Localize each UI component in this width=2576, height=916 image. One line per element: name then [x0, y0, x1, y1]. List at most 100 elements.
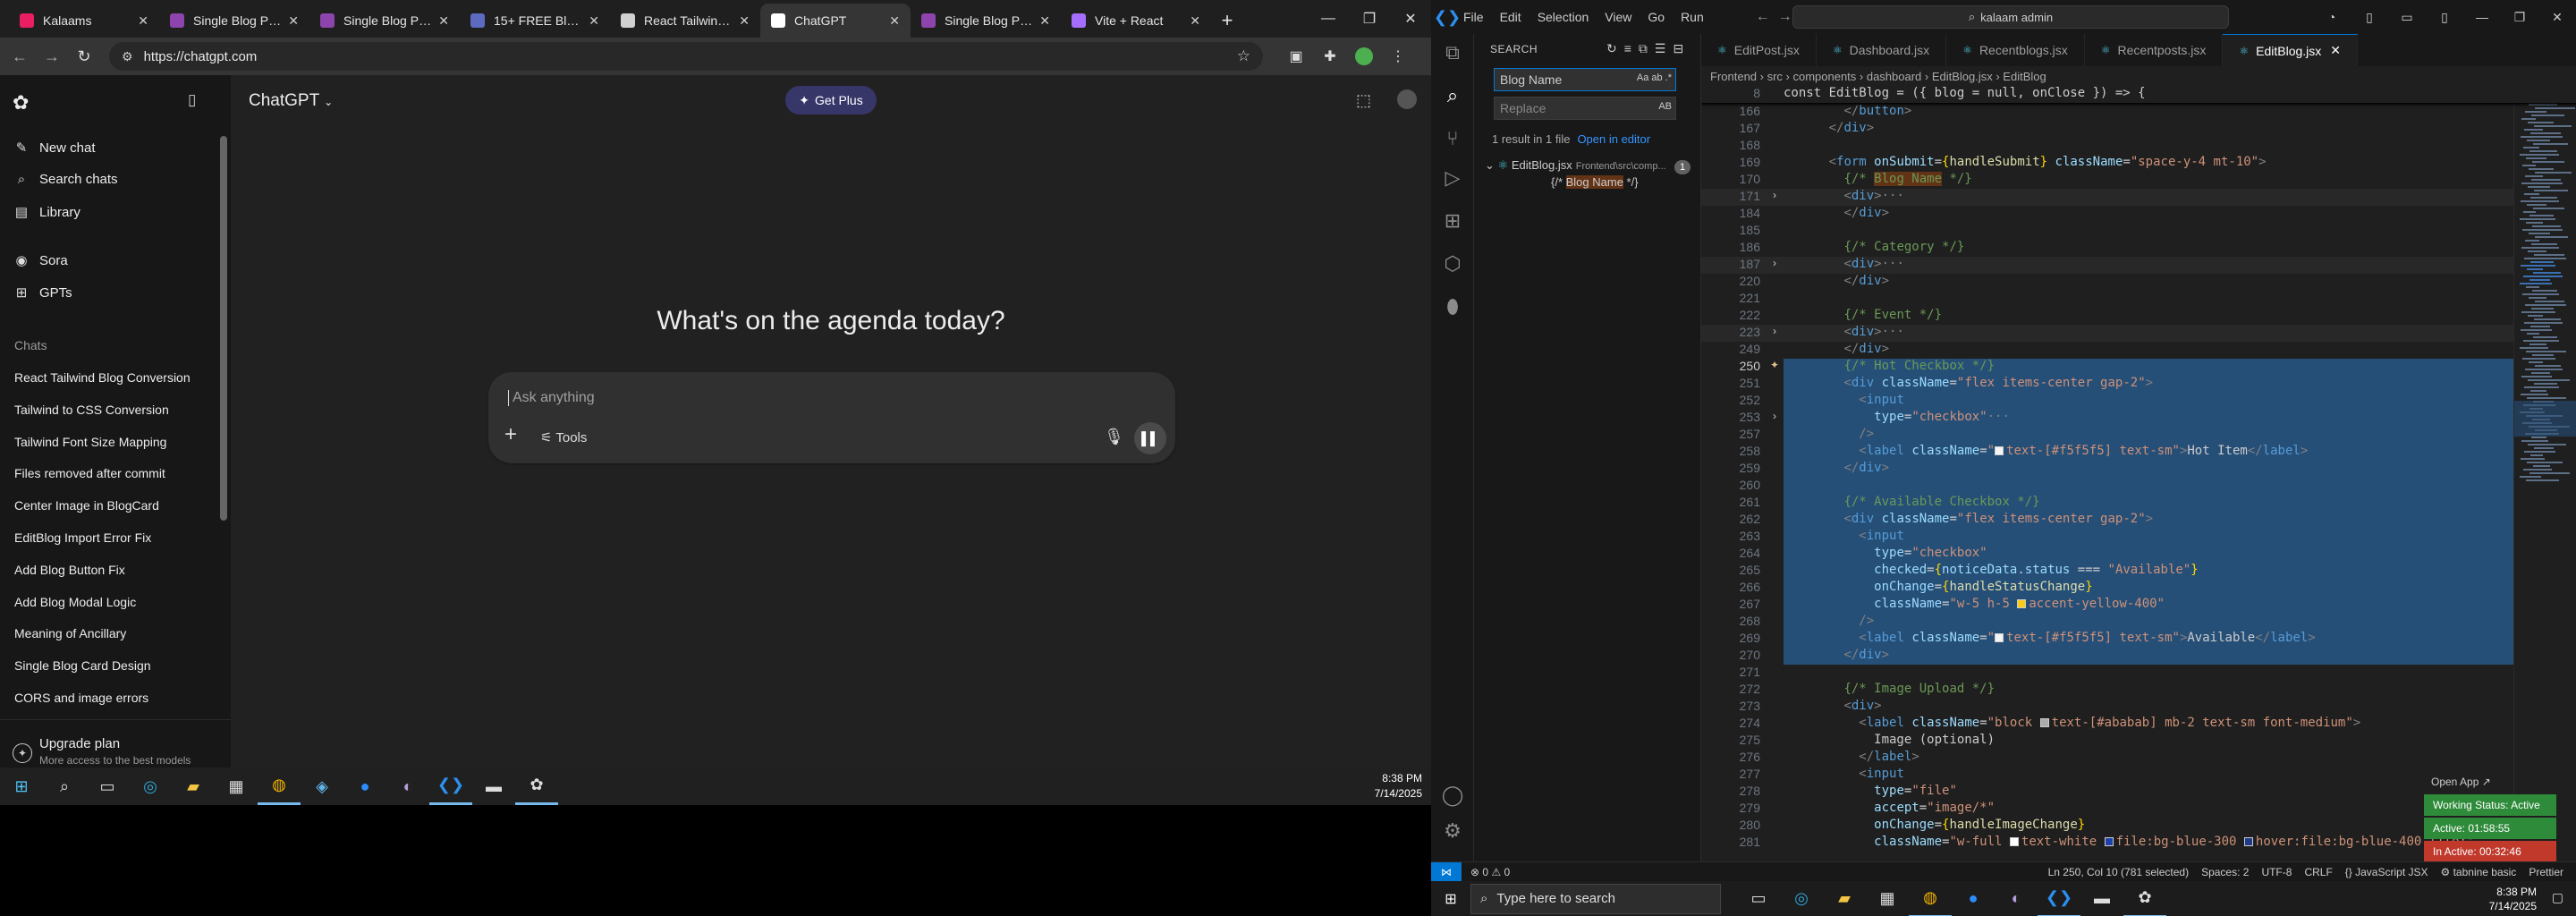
fold-chevron-icon[interactable]	[1766, 376, 1784, 393]
code-line[interactable]: 252 <input	[1701, 393, 2576, 410]
maximize-icon[interactable]: ❐	[2501, 0, 2538, 34]
fold-chevron-icon[interactable]	[1766, 546, 1784, 563]
terminal-icon[interactable]: ▬	[2080, 880, 2123, 916]
url-bar[interactable]: ⚙ https://chatgpt.com ☆	[109, 42, 1263, 71]
github-icon[interactable]: ◐	[386, 768, 429, 805]
fold-chevron-icon[interactable]	[1766, 648, 1784, 665]
layout-sidebar-icon[interactable]: ▯	[2351, 0, 2388, 34]
code-line[interactable]: 269 <label className=" text-[#f5f5f5] tex…	[1701, 631, 2576, 648]
edge-icon[interactable]: ◎	[1780, 880, 1823, 916]
close-tab-icon[interactable]: ✕	[889, 13, 900, 29]
fold-chevron-icon[interactable]	[1766, 699, 1784, 716]
fold-chevron-icon[interactable]	[1766, 818, 1784, 835]
chat-history-item[interactable]: Add Blog Modal Logic	[14, 595, 136, 609]
new-tab-button[interactable]: +	[1211, 4, 1243, 38]
chat-history-item[interactable]: Tailwind to CSS Conversion	[14, 403, 169, 417]
status-item[interactable]: UTF-8	[2261, 866, 2292, 878]
chrome-icon[interactable]: ◍	[258, 768, 301, 805]
fold-chevron-icon[interactable]	[1766, 784, 1784, 801]
code-line[interactable]: 251 <div className="flex items-center ga…	[1701, 376, 2576, 393]
extensions-icon[interactable]: ⊞	[1440, 209, 1465, 234]
source-control-icon[interactable]: ⑂	[1440, 127, 1465, 152]
editor-tab[interactable]: ⚛ Dashboard.jsx	[1817, 34, 1947, 66]
browser-tab[interactable]: Single Blog Posts ✕	[309, 4, 460, 38]
github-icon[interactable]: ⬡	[1440, 252, 1465, 277]
sidebar-toggle-icon[interactable]: ▯	[188, 91, 209, 113]
code-line[interactable]: 168	[1701, 138, 2576, 155]
minimize-icon[interactable]: —	[1308, 0, 1349, 38]
menu-item[interactable]: Run	[1681, 10, 1704, 24]
time-tracker-badge[interactable]: In Active: 00:32:46	[2424, 841, 2556, 862]
command-center[interactable]: ⌕ kalaam admin	[1792, 5, 2229, 29]
fold-chevron-icon[interactable]	[1766, 223, 1784, 240]
status-item[interactable]: Ln 250, Col 10 (781 selected)	[2048, 866, 2189, 878]
forward-arrow-icon[interactable]: →	[36, 40, 68, 72]
search-icon[interactable]: ⌕	[43, 768, 86, 805]
code-line[interactable]: 170 {/* Blog Name */}	[1701, 172, 2576, 189]
fold-chevron-icon[interactable]	[1766, 291, 1784, 308]
fold-chevron-icon[interactable]	[1766, 240, 1784, 257]
puzzle-icon[interactable]: ✚	[1313, 40, 1347, 72]
library-button[interactable]: ▤ Library	[13, 204, 80, 221]
fold-chevron-icon[interactable]	[1766, 461, 1784, 478]
fold-chevron-icon[interactable]	[1766, 750, 1784, 767]
browser-tab[interactable]: Single Blog Posts ✕	[911, 4, 1061, 38]
editor-tab[interactable]: ⚛ EditPost.jsx	[1701, 34, 1817, 66]
code-line[interactable]: 186 {/* Category */}	[1701, 240, 2576, 257]
attach-plus-icon[interactable]: +	[504, 422, 517, 447]
search-input[interactable]: Blog Name Aa ab .*	[1494, 68, 1676, 91]
status-item[interactable]: Prettier	[2529, 866, 2563, 878]
gpts-button[interactable]: ⊞ GPTs	[13, 284, 72, 301]
editor-tab[interactable]: ⚛ Recentposts.jsx	[2085, 34, 2224, 66]
close-tab-icon[interactable]: ✕	[1039, 13, 1050, 29]
time-tracker-badge[interactable]: Active: 01:58:55	[2424, 818, 2556, 839]
fold-chevron-icon[interactable]	[1766, 733, 1784, 750]
account-icon[interactable]: ◯	[1440, 784, 1465, 809]
layout-panel-icon[interactable]: ▭	[2388, 0, 2426, 34]
code-line[interactable]: 266 onChange={handleStatusChange}	[1701, 580, 2576, 597]
fold-chevron-icon[interactable]	[1766, 767, 1784, 784]
code-editor[interactable]: 8 const EditBlog = ({ blog = null, onClos…	[1701, 86, 2576, 861]
menu-item[interactable]: File	[1463, 10, 1484, 24]
status-item[interactable]: {} JavaScript JSX	[2345, 866, 2428, 878]
chrome-icon[interactable]: ◍	[1909, 880, 1952, 916]
close-tab-icon[interactable]: ✕	[739, 13, 750, 29]
new-chat-button[interactable]: ✎ New chat	[13, 140, 96, 157]
notification-icon[interactable]: ▢	[2552, 890, 2563, 905]
code-line[interactable]: 276 </label>	[1701, 750, 2576, 767]
close-tab-icon[interactable]: ✕	[438, 13, 449, 29]
chat-history-item[interactable]: React Tailwind Blog Conversion	[14, 370, 191, 385]
search-actions-icon[interactable]: ↻≡⧉☰⊟	[1606, 41, 1690, 56]
fold-chevron-icon[interactable]	[1766, 444, 1784, 461]
file-explorer-icon[interactable]: ▰	[172, 768, 215, 805]
remote-icon[interactable]: ⋈	[1431, 861, 1462, 882]
store-icon[interactable]: ▦	[1866, 880, 1909, 916]
chat-history-item[interactable]: Files removed after commit	[14, 466, 165, 480]
fold-chevron-icon[interactable]	[1766, 172, 1784, 189]
run-debug-icon[interactable]: ▷	[1440, 166, 1465, 191]
breadcrumb[interactable]: Frontend › src › components › dashboard …	[1710, 66, 2046, 86]
prompt-input[interactable]: Ask anything	[508, 390, 595, 406]
vscode-icon[interactable]: ❮❯	[429, 768, 472, 805]
windows-start-icon[interactable]: ⊞	[1431, 890, 1470, 908]
close-tab-icon[interactable]: ✕	[288, 13, 299, 29]
fold-chevron-icon[interactable]	[1766, 580, 1784, 597]
code-line[interactable]: 223 › <div>···	[1701, 325, 2576, 342]
replace-input[interactable]: Replace AB	[1494, 97, 1676, 120]
code-line[interactable]: 249 </div>	[1701, 342, 2576, 359]
status-item[interactable]: Spaces: 2	[2201, 866, 2249, 878]
code-line[interactable]: 257 />	[1701, 427, 2576, 444]
code-line[interactable]: 222 {/* Event */}	[1701, 308, 2576, 325]
time-tracker-badge[interactable]: Working Status: Active	[2424, 794, 2556, 816]
close-tab-icon[interactable]: ✕	[589, 13, 599, 29]
chat-history-item[interactable]: Single Blog Card Design	[14, 658, 151, 673]
fold-chevron-icon[interactable]	[1766, 835, 1784, 852]
browser-tab[interactable]: Vite + React ✕	[1061, 4, 1211, 38]
code-line[interactable]: 265 checked={noticeData.status === "Avai…	[1701, 563, 2576, 580]
code-line[interactable]: 220 </div>	[1701, 274, 2576, 291]
profile-avatar-icon[interactable]	[1347, 40, 1381, 72]
chatgpt-app-icon[interactable]: ✿	[2123, 880, 2166, 916]
fold-chevron-icon[interactable]	[1766, 138, 1784, 155]
get-plus-button[interactable]: ✦ Get Plus	[785, 86, 877, 114]
code-line[interactable]: 268 />	[1701, 614, 2576, 631]
